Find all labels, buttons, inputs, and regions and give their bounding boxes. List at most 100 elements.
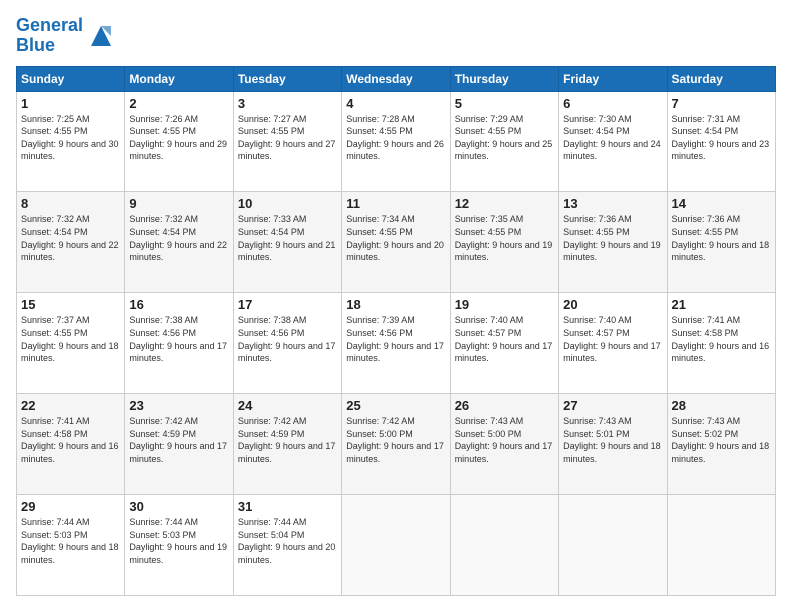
calendar-cell: 5 Sunrise: 7:29 AMSunset: 4:55 PMDaylight… [450,91,558,192]
calendar-cell: 15Sunrise: 7:37 AMSunset: 4:55 PMDayligh… [17,293,125,394]
day-info: Sunrise: 7:36 AMSunset: 4:55 PMDaylight:… [672,213,771,263]
calendar-cell: 19 Sunrise: 7:40 AMSunset: 4:57 PMDayligh… [450,293,558,394]
day-number: 12 [455,196,554,211]
calendar-week-row: 15Sunrise: 7:37 AMSunset: 4:55 PMDayligh… [17,293,776,394]
day-number: 6 [563,96,662,111]
day-info: Sunrise: 7:25 AMSunset: 4:55 PMDaylight:… [21,113,120,163]
day-info: Sunrise: 7:37 AMSunset: 4:55 PMDaylight:… [21,314,120,364]
calendar-week-row: 1 Sunrise: 7:25 AMSunset: 4:55 PMDaylight… [17,91,776,192]
calendar-cell: 23Sunrise: 7:42 AMSunset: 4:59 PMDayligh… [125,394,233,495]
day-number: 2 [129,96,228,111]
calendar-cell [342,495,450,596]
calendar-cell: 12Sunrise: 7:35 AMSunset: 4:55 PMDayligh… [450,192,558,293]
day-number: 25 [346,398,445,413]
calendar-cell: 24 Sunrise: 7:42 AMSunset: 4:59 PMDayligh… [233,394,341,495]
day-number: 9 [129,196,228,211]
day-number: 16 [129,297,228,312]
calendar-body: 1 Sunrise: 7:25 AMSunset: 4:55 PMDaylight… [17,91,776,595]
day-number: 7 [672,96,771,111]
day-number: 19 [455,297,554,312]
column-header-friday: Friday [559,66,667,91]
day-info: Sunrise: 7:30 AMSunset: 4:54 PMDaylight:… [563,113,662,163]
day-number: 1 [21,96,120,111]
day-info: Sunrise: 7:31 AMSunset: 4:54 PMDaylight:… [672,113,771,163]
day-info: Sunrise: 7:38 AMSunset: 4:56 PMDaylight:… [129,314,228,364]
calendar-week-row: 8Sunrise: 7:32 AMSunset: 4:54 PMDaylight… [17,192,776,293]
day-number: 17 [238,297,337,312]
day-info: Sunrise: 7:32 AMSunset: 4:54 PMDaylight:… [129,213,228,263]
calendar-week-row: 29 Sunrise: 7:44 AMSunset: 5:03 PMDayligh… [17,495,776,596]
page: General Blue SundayMondayTuesdayWednesda… [0,0,792,612]
calendar-cell: 27 Sunrise: 7:43 AMSunset: 5:01 PMDayligh… [559,394,667,495]
day-number: 14 [672,196,771,211]
calendar-cell: 30 Sunrise: 7:44 AMSunset: 5:03 PMDayligh… [125,495,233,596]
calendar-cell: 31 Sunrise: 7:44 AMSunset: 5:04 PMDayligh… [233,495,341,596]
calendar-cell: 7 Sunrise: 7:31 AMSunset: 4:54 PMDaylight… [667,91,775,192]
day-info: Sunrise: 7:43 AMSunset: 5:01 PMDaylight:… [563,415,662,465]
column-header-wednesday: Wednesday [342,66,450,91]
day-info: Sunrise: 7:27 AMSunset: 4:55 PMDaylight:… [238,113,337,163]
calendar-cell: 18 Sunrise: 7:39 AMSunset: 4:56 PMDayligh… [342,293,450,394]
calendar-cell: 9 Sunrise: 7:32 AMSunset: 4:54 PMDaylight… [125,192,233,293]
day-info: Sunrise: 7:28 AMSunset: 4:55 PMDaylight:… [346,113,445,163]
day-info: Sunrise: 7:29 AMSunset: 4:55 PMDaylight:… [455,113,554,163]
calendar-cell: 4 Sunrise: 7:28 AMSunset: 4:55 PMDaylight… [342,91,450,192]
calendar-cell [667,495,775,596]
logo-icon [87,22,115,50]
calendar-cell: 20 Sunrise: 7:40 AMSunset: 4:57 PMDayligh… [559,293,667,394]
logo-text: General Blue [16,16,83,56]
calendar-cell: 22Sunrise: 7:41 AMSunset: 4:58 PMDayligh… [17,394,125,495]
logo-blue: Blue [16,35,55,55]
day-number: 24 [238,398,337,413]
day-info: Sunrise: 7:32 AMSunset: 4:54 PMDaylight:… [21,213,120,263]
day-info: Sunrise: 7:44 AMSunset: 5:03 PMDaylight:… [21,516,120,566]
calendar-cell: 16 Sunrise: 7:38 AMSunset: 4:56 PMDayligh… [125,293,233,394]
day-info: Sunrise: 7:44 AMSunset: 5:03 PMDaylight:… [129,516,228,566]
day-info: Sunrise: 7:42 AMSunset: 4:59 PMDaylight:… [238,415,337,465]
calendar-cell: 11Sunrise: 7:34 AMSunset: 4:55 PMDayligh… [342,192,450,293]
calendar-week-row: 22Sunrise: 7:41 AMSunset: 4:58 PMDayligh… [17,394,776,495]
column-header-sunday: Sunday [17,66,125,91]
calendar-header-row: SundayMondayTuesdayWednesdayThursdayFrid… [17,66,776,91]
day-number: 20 [563,297,662,312]
day-info: Sunrise: 7:43 AMSunset: 5:02 PMDaylight:… [672,415,771,465]
calendar-cell: 14 Sunrise: 7:36 AMSunset: 4:55 PMDayligh… [667,192,775,293]
day-number: 4 [346,96,445,111]
calendar-cell: 2Sunrise: 7:26 AMSunset: 4:55 PMDaylight… [125,91,233,192]
logo-general: General [16,15,83,35]
day-number: 18 [346,297,445,312]
day-info: Sunrise: 7:40 AMSunset: 4:57 PMDaylight:… [563,314,662,364]
day-number: 3 [238,96,337,111]
day-number: 28 [672,398,771,413]
day-info: Sunrise: 7:41 AMSunset: 4:58 PMDaylight:… [21,415,120,465]
calendar-cell: 6 Sunrise: 7:30 AMSunset: 4:54 PMDaylight… [559,91,667,192]
column-header-tuesday: Tuesday [233,66,341,91]
day-number: 26 [455,398,554,413]
calendar-table: SundayMondayTuesdayWednesdayThursdayFrid… [16,66,776,596]
day-number: 27 [563,398,662,413]
calendar-cell: 21 Sunrise: 7:41 AMSunset: 4:58 PMDayligh… [667,293,775,394]
day-number: 21 [672,297,771,312]
day-info: Sunrise: 7:43 AMSunset: 5:00 PMDaylight:… [455,415,554,465]
day-info: Sunrise: 7:42 AMSunset: 4:59 PMDaylight:… [129,415,228,465]
day-info: Sunrise: 7:38 AMSunset: 4:56 PMDaylight:… [238,314,337,364]
day-info: Sunrise: 7:42 AMSunset: 5:00 PMDaylight:… [346,415,445,465]
column-header-saturday: Saturday [667,66,775,91]
calendar-cell [559,495,667,596]
day-info: Sunrise: 7:41 AMSunset: 4:58 PMDaylight:… [672,314,771,364]
day-number: 31 [238,499,337,514]
column-header-thursday: Thursday [450,66,558,91]
day-number: 13 [563,196,662,211]
day-info: Sunrise: 7:39 AMSunset: 4:56 PMDaylight:… [346,314,445,364]
day-info: Sunrise: 7:44 AMSunset: 5:04 PMDaylight:… [238,516,337,566]
day-info: Sunrise: 7:36 AMSunset: 4:55 PMDaylight:… [563,213,662,263]
day-info: Sunrise: 7:40 AMSunset: 4:57 PMDaylight:… [455,314,554,364]
calendar-cell: 3 Sunrise: 7:27 AMSunset: 4:55 PMDaylight… [233,91,341,192]
calendar-cell: 10Sunrise: 7:33 AMSunset: 4:54 PMDayligh… [233,192,341,293]
day-number: 5 [455,96,554,111]
day-number: 29 [21,499,120,514]
day-number: 11 [346,196,445,211]
day-number: 30 [129,499,228,514]
day-info: Sunrise: 7:33 AMSunset: 4:54 PMDaylight:… [238,213,337,263]
calendar-cell: 26 Sunrise: 7:43 AMSunset: 5:00 PMDayligh… [450,394,558,495]
